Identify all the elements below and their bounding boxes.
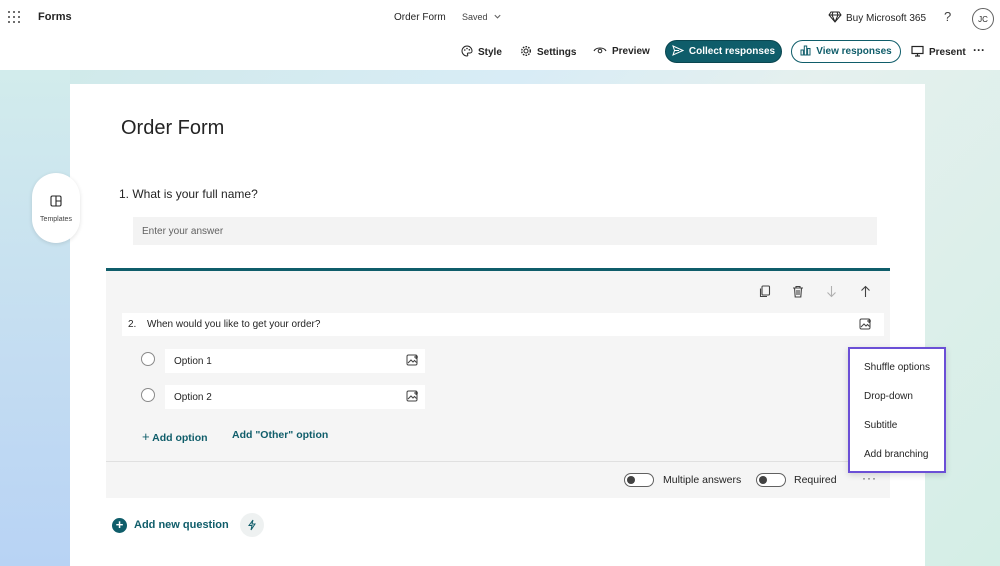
question-number: 1.: [119, 187, 130, 201]
arrow-down-icon[interactable]: [826, 285, 837, 301]
buy-label: Buy Microsoft 365: [846, 13, 927, 24]
diamond-icon: [828, 11, 842, 26]
preview-label: Preview: [612, 46, 650, 57]
app-name[interactable]: Forms: [38, 11, 72, 23]
answer-input[interactable]: Enter your answer: [133, 217, 877, 245]
send-icon: [672, 44, 685, 59]
question-context-menu: Shuffle options Drop-down Subtitle Add b…: [848, 347, 946, 473]
insert-media-icon[interactable]: [859, 317, 872, 335]
multiple-answers-toggle[interactable]: [624, 473, 654, 487]
preview-button[interactable]: Preview: [593, 45, 650, 58]
app-launcher-icon[interactable]: [8, 11, 20, 23]
collect-responses-button[interactable]: Collect responses: [665, 40, 782, 63]
option-input[interactable]: Option 1: [165, 349, 425, 373]
collect-responses-label: Collect responses: [688, 46, 776, 57]
palette-icon: [461, 45, 473, 60]
menu-item-subtitle[interactable]: Subtitle: [864, 420, 897, 431]
add-question-icon[interactable]: +: [112, 518, 127, 533]
divider: [106, 461, 890, 462]
present-label: Present: [929, 47, 966, 58]
option-radio[interactable]: [141, 352, 155, 366]
templates-button[interactable]: Templates: [32, 173, 80, 243]
chevron-down-icon[interactable]: [493, 12, 502, 23]
plus-icon: +: [142, 429, 150, 444]
add-option-button[interactable]: + Add option: [142, 429, 208, 444]
menu-item-shuffle-options[interactable]: Shuffle options: [864, 362, 930, 373]
menu-item-add-branching[interactable]: Add branching: [864, 449, 929, 460]
style-label: Style: [478, 47, 502, 58]
insert-media-icon[interactable]: [406, 353, 419, 371]
bar-chart-icon: [800, 45, 811, 59]
save-status: Saved: [462, 12, 488, 22]
required-label: Required: [794, 474, 837, 486]
insert-media-icon[interactable]: [406, 389, 419, 407]
add-other-option-button[interactable]: Add "Other" option: [232, 429, 328, 441]
left-background: [0, 70, 70, 566]
settings-label: Settings: [537, 47, 577, 58]
add-option-label: Add option: [152, 432, 208, 444]
view-responses-button[interactable]: View responses: [791, 40, 901, 63]
help-icon[interactable]: ?: [944, 9, 951, 24]
avatar[interactable]: JC: [972, 8, 994, 30]
form-title[interactable]: Order Form: [121, 117, 224, 140]
option-input[interactable]: Option 2: [165, 385, 425, 409]
required-toggle[interactable]: [756, 473, 786, 487]
trash-icon[interactable]: [792, 285, 804, 301]
question-1[interactable]: 1. What is your full name?: [119, 187, 258, 201]
templates-icon: [50, 194, 62, 212]
more-options-button[interactable]: ···: [973, 43, 985, 57]
option-radio[interactable]: [141, 388, 155, 402]
more-settings-button[interactable]: ···: [862, 471, 877, 485]
top-bar: Forms Order Form Saved Buy Microsoft 365…: [0, 0, 1000, 34]
question-2-editor: [106, 268, 890, 498]
templates-label: Templates: [40, 215, 72, 223]
buy-microsoft-365-link[interactable]: Buy Microsoft 365: [828, 11, 926, 26]
document-title[interactable]: Order Form: [394, 12, 446, 23]
menu-item-drop-down[interactable]: Drop-down: [864, 391, 913, 402]
multiple-answers-label: Multiple answers: [663, 474, 742, 486]
eye-icon: [593, 45, 607, 58]
question-text: When would you like to get your order?: [147, 319, 321, 330]
question-number: 2.: [128, 319, 137, 330]
settings-button[interactable]: Settings: [520, 45, 576, 60]
present-button[interactable]: Present: [911, 45, 966, 60]
add-new-question-button[interactable]: Add new question: [134, 519, 229, 531]
lightning-icon[interactable]: [240, 513, 264, 537]
gear-icon: [520, 45, 532, 60]
copy-icon[interactable]: [759, 285, 771, 301]
view-responses-label: View responses: [816, 46, 892, 57]
question-text: What is your full name?: [132, 187, 258, 201]
present-icon: [911, 45, 924, 60]
arrow-up-icon[interactable]: [860, 285, 871, 301]
style-button[interactable]: Style: [461, 45, 502, 60]
